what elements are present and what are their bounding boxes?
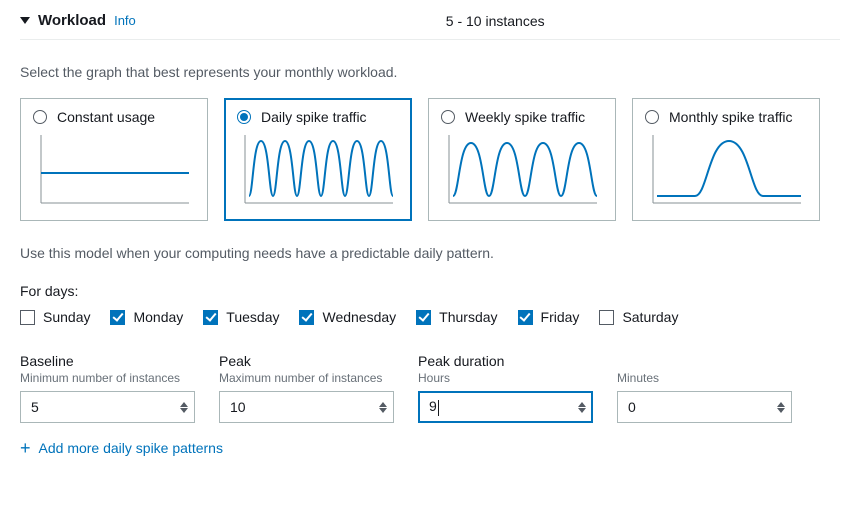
- minutes-value: 0: [628, 399, 636, 415]
- checkbox-icon: [203, 310, 218, 325]
- minutes-sub: Minutes: [617, 371, 792, 385]
- baseline-sub: Minimum number of instances: [20, 371, 195, 385]
- day-friday[interactable]: Friday: [518, 309, 580, 325]
- day-thursday[interactable]: Thursday: [416, 309, 497, 325]
- days-label: For days:: [20, 283, 840, 299]
- days-row: Sunday Monday Tuesday Wednesday Thursday…: [20, 309, 840, 325]
- day-wednesday[interactable]: Wednesday: [299, 309, 396, 325]
- checkbox-icon: [110, 310, 125, 325]
- option-label: Constant usage: [57, 109, 155, 125]
- stepper-icon[interactable]: [180, 402, 188, 413]
- radio-icon: [441, 110, 455, 124]
- hours-value: 9: [429, 398, 439, 415]
- minutes-col: Minutes 0: [617, 353, 792, 423]
- duration-title: Peak duration: [418, 353, 593, 369]
- baseline-value: 5: [31, 399, 39, 415]
- workload-options: Constant usage Daily spike traffic Weekl…: [20, 98, 840, 221]
- option-label: Daily spike traffic: [261, 109, 367, 125]
- day-label: Tuesday: [226, 309, 279, 325]
- daily-chart-icon: [237, 131, 397, 209]
- option-daily-spike[interactable]: Daily spike traffic: [224, 98, 412, 221]
- stepper-icon[interactable]: [379, 402, 387, 413]
- day-label: Sunday: [43, 309, 90, 325]
- spacer-title: [617, 353, 792, 369]
- day-tuesday[interactable]: Tuesday: [203, 309, 279, 325]
- info-link[interactable]: Info: [114, 13, 136, 28]
- plus-icon: +: [20, 439, 31, 457]
- add-pattern-link[interactable]: + Add more daily spike patterns: [20, 439, 840, 457]
- radio-icon: [237, 110, 251, 124]
- stepper-icon[interactable]: [578, 402, 586, 413]
- instance-summary: 5 - 10 instances: [446, 13, 545, 29]
- peak-sub: Maximum number of instances: [219, 371, 394, 385]
- day-monday[interactable]: Monday: [110, 309, 183, 325]
- checkbox-icon: [518, 310, 533, 325]
- minutes-input[interactable]: 0: [617, 391, 792, 423]
- section-title: Workload: [38, 12, 106, 29]
- day-label: Thursday: [439, 309, 497, 325]
- peak-value: 10: [230, 399, 246, 415]
- hours-sub: Hours: [418, 371, 593, 385]
- peak-title: Peak: [219, 353, 394, 369]
- day-sunday[interactable]: Sunday: [20, 309, 90, 325]
- day-label: Monday: [133, 309, 183, 325]
- stepper-icon[interactable]: [777, 402, 785, 413]
- checkbox-icon: [416, 310, 431, 325]
- checkbox-icon: [299, 310, 314, 325]
- peak-input[interactable]: 10: [219, 391, 394, 423]
- model-description: Use this model when your computing needs…: [20, 245, 840, 261]
- option-monthly-spike[interactable]: Monthly spike traffic: [632, 98, 820, 221]
- option-label: Monthly spike traffic: [669, 109, 792, 125]
- peak-col: Peak Maximum number of instances 10: [219, 353, 394, 423]
- constant-chart-icon: [33, 131, 193, 209]
- option-weekly-spike[interactable]: Weekly spike traffic: [428, 98, 616, 221]
- day-label: Wednesday: [322, 309, 396, 325]
- day-label: Saturday: [622, 309, 678, 325]
- section-description: Select the graph that best represents yo…: [20, 64, 840, 80]
- text-cursor-icon: [438, 400, 439, 416]
- hours-input[interactable]: 9: [418, 391, 593, 423]
- radio-icon: [645, 110, 659, 124]
- add-link-label: Add more daily spike patterns: [39, 440, 223, 456]
- hours-col: Peak duration Hours 9: [418, 353, 593, 423]
- collapse-caret-icon[interactable]: [20, 17, 30, 24]
- monthly-chart-icon: [645, 131, 805, 209]
- inputs-row: Baseline Minimum number of instances 5 P…: [20, 353, 840, 423]
- day-label: Friday: [541, 309, 580, 325]
- option-constant-usage[interactable]: Constant usage: [20, 98, 208, 221]
- weekly-chart-icon: [441, 131, 601, 209]
- checkbox-icon: [20, 310, 35, 325]
- radio-icon: [33, 110, 47, 124]
- baseline-col: Baseline Minimum number of instances 5: [20, 353, 195, 423]
- option-label: Weekly spike traffic: [465, 109, 585, 125]
- checkbox-icon: [599, 310, 614, 325]
- baseline-input[interactable]: 5: [20, 391, 195, 423]
- day-saturday[interactable]: Saturday: [599, 309, 678, 325]
- baseline-title: Baseline: [20, 353, 195, 369]
